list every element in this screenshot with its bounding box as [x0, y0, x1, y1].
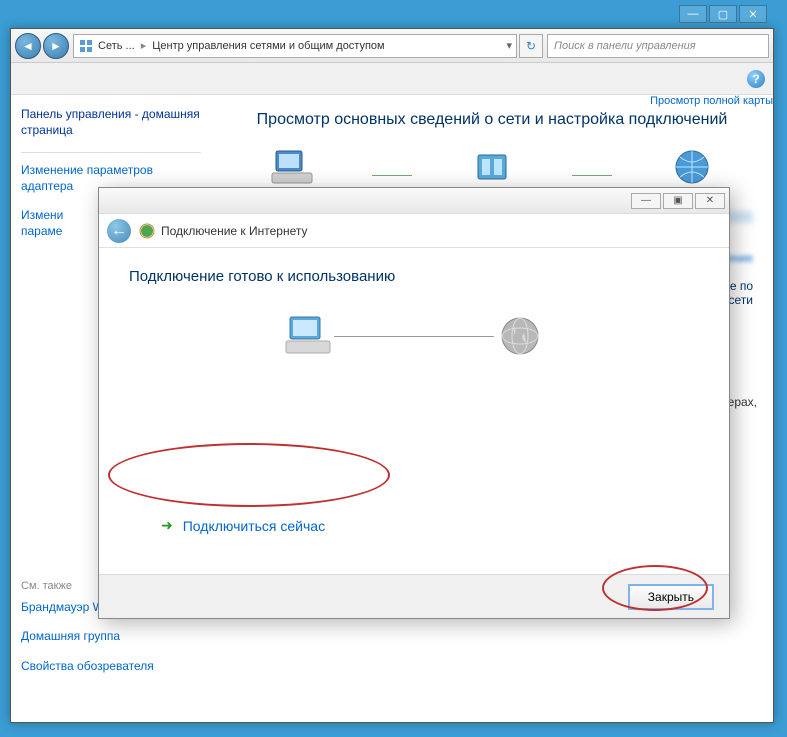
view-full-map-link[interactable]: Просмотр полной карты	[650, 95, 773, 107]
dialog-footer: Закрыть	[99, 574, 729, 618]
chrome-window-controls: — ▢ ✕	[679, 5, 767, 23]
arrow-right-icon: ➜	[161, 517, 173, 534]
network-icon	[78, 38, 94, 54]
breadcrumb-dropdown-icon[interactable]: ▾	[506, 39, 512, 52]
dialog-maximize[interactable]: ▣	[663, 193, 693, 209]
globe-gray-icon	[494, 313, 546, 359]
dialog-minimize[interactable]: —	[631, 193, 661, 209]
chrome-maximize[interactable]: ▢	[709, 5, 737, 23]
breadcrumb-page[interactable]: Центр управления сетями и общим доступом	[152, 40, 384, 52]
dialog-header: ← Подключение к Интернету	[99, 214, 729, 248]
dialog-heading: Подключение готово к использованию	[129, 268, 699, 285]
page-title: Просмотр основных сведений о сети и наст…	[231, 111, 753, 129]
close-button[interactable]: Закрыть	[629, 585, 713, 609]
connection-dialog: — ▣ ✕ ← Подключение к Интернету Подключе…	[98, 187, 730, 619]
dialog-body: Подключение готово к использованию ➜ Под…	[99, 248, 729, 574]
sidebar-browser[interactable]: Свойства обозревателя	[21, 659, 201, 675]
globe-icon	[670, 147, 714, 187]
nav-back-button[interactable]: ◄	[15, 33, 41, 59]
breadcrumb-sep: ▸	[141, 39, 147, 52]
search-placeholder: Поиск в панели управления	[554, 40, 696, 52]
help-icon[interactable]: ?	[747, 70, 765, 88]
dialog-title: Подключение к Интернету	[161, 224, 308, 238]
chrome-minimize[interactable]: —	[679, 5, 707, 23]
connect-now-label: Подключиться сейчас	[183, 518, 325, 534]
map-line-2	[572, 175, 612, 176]
sidebar-sep	[21, 152, 201, 153]
network-globe-icon	[139, 223, 155, 239]
connect-now-link[interactable]: ➜ Подключиться сейчас	[161, 517, 325, 534]
breadcrumb-root[interactable]: Сеть ...	[98, 40, 135, 52]
breadcrumb[interactable]: Сеть ... ▸ Центр управления сетями и общ…	[73, 34, 517, 58]
network-device-icon	[470, 147, 514, 187]
dialog-titlebar: — ▣ ✕	[99, 188, 729, 214]
toolbar: ?	[11, 63, 773, 95]
search-input[interactable]: Поиск в панели управления	[547, 34, 769, 58]
computer-icon	[270, 147, 314, 187]
chrome-close[interactable]: ✕	[739, 5, 767, 23]
nav-forward-button[interactable]: ►	[43, 33, 69, 59]
dialog-back-button[interactable]: ←	[107, 219, 131, 243]
refresh-button[interactable]: ↻	[519, 34, 543, 58]
connection-diagram	[129, 313, 699, 359]
map-line	[372, 175, 412, 176]
dialog-close-x[interactable]: ✕	[695, 193, 725, 209]
sidebar-homegroup[interactable]: Домашняя группа	[21, 629, 201, 645]
connection-line	[334, 336, 494, 337]
sidebar-home[interactable]: Панель управления - домашняя страница	[21, 107, 201, 138]
computer-icon	[282, 313, 334, 359]
nav-bar: ◄ ► Сеть ... ▸ Центр управления сетями и…	[11, 29, 773, 63]
